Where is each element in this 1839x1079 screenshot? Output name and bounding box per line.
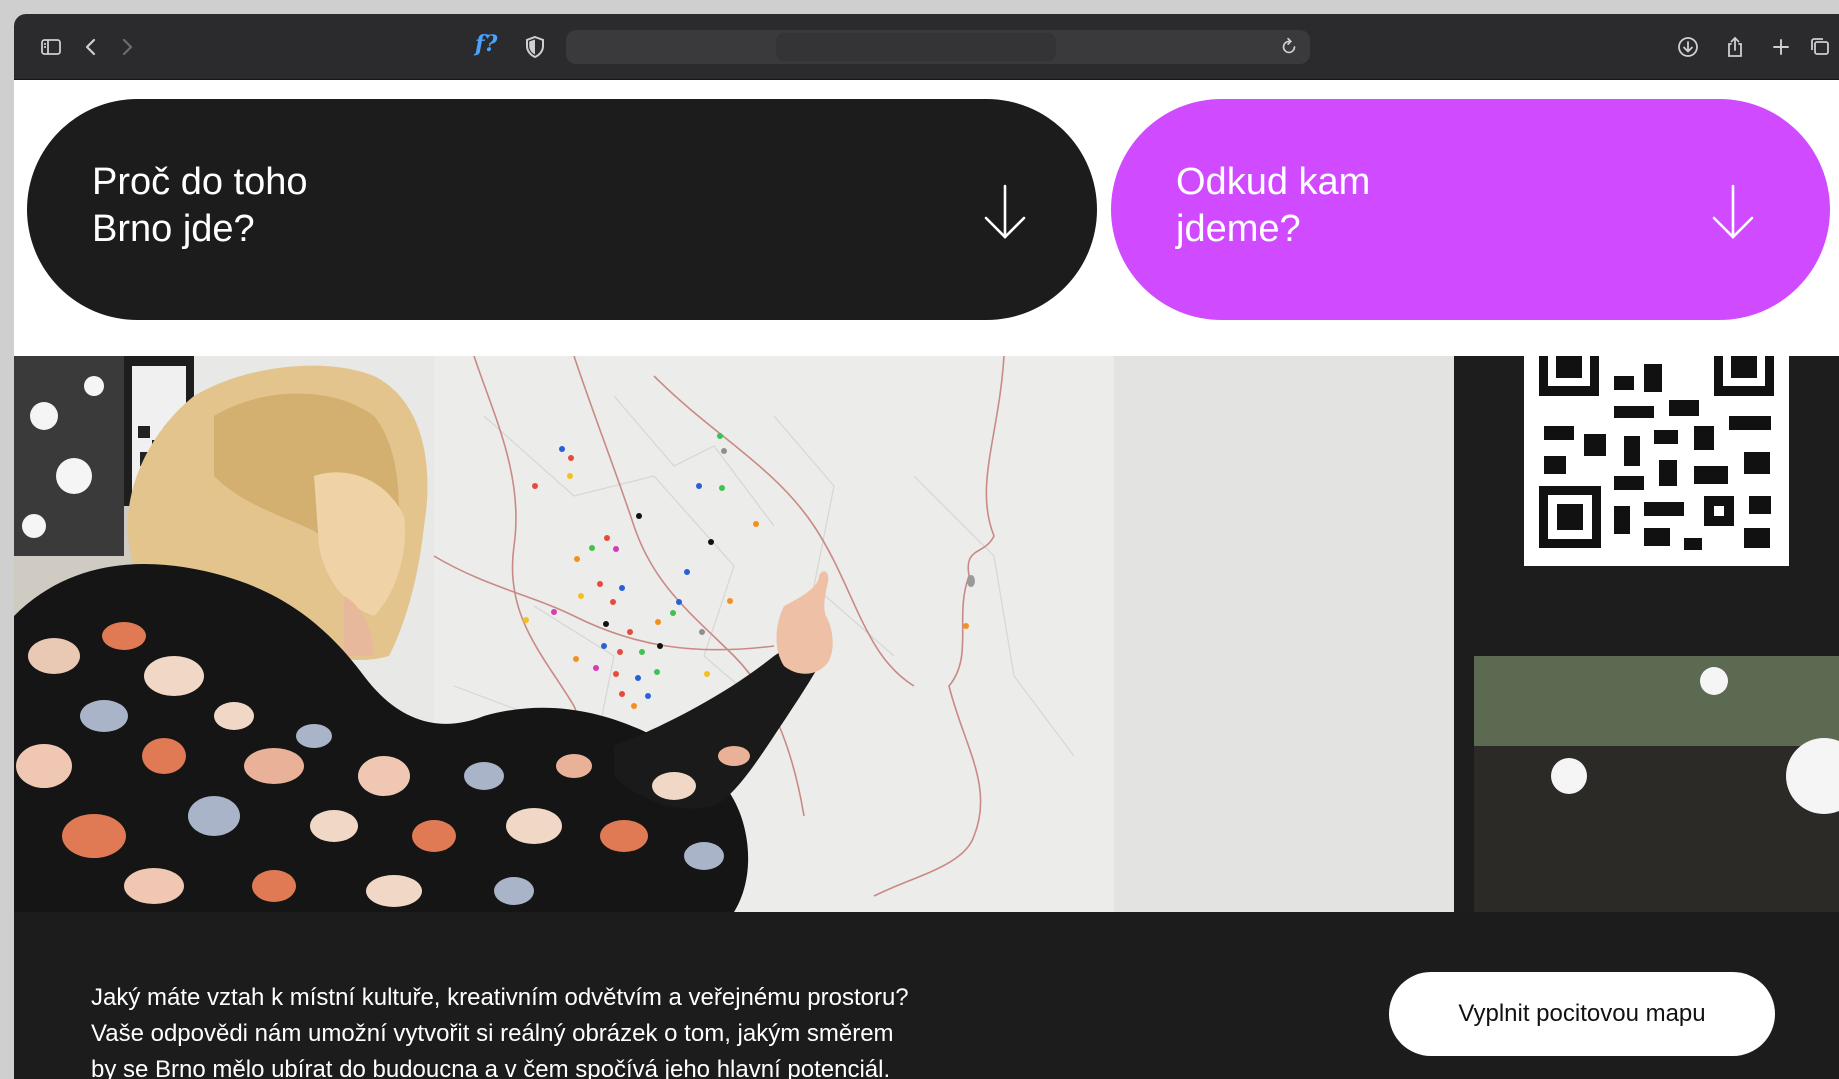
downloads-icon[interactable] <box>1675 34 1701 60</box>
url-field[interactable] <box>776 33 1056 61</box>
where-we-go-title: Odkud kam jdeme? <box>1176 161 1371 250</box>
tab-overview-icon[interactable] <box>1807 34 1833 60</box>
back-icon[interactable] <box>78 34 104 60</box>
feeling-map-description: Jaký máte vztah k místní kultuře, kreati… <box>91 984 909 1079</box>
extension-icon[interactable]: f? <box>475 31 497 57</box>
share-icon[interactable] <box>1722 34 1748 60</box>
address-bar[interactable] <box>566 30 1310 64</box>
why-brno-title: Proč do toho Brno jde? <box>92 161 308 250</box>
reload-icon[interactable] <box>1278 35 1300 62</box>
feeling-map-band: Jaký máte vztah k místní kultuře, kreati… <box>14 912 1839 1079</box>
web-page: Proč do toho Brno jde? Odkud kam jdeme? <box>14 80 1839 1079</box>
arrow-down-icon <box>981 182 1029 242</box>
arrow-down-icon <box>1709 182 1757 242</box>
browser-window: f? Proč do toho Brno jde? Odkud kam jdem… <box>14 14 1839 1079</box>
forward-icon[interactable] <box>114 34 140 60</box>
browser-toolbar: f? <box>14 14 1839 80</box>
why-brno-card[interactable]: Proč do toho Brno jde? <box>27 99 1097 320</box>
sidebar-toggle-icon[interactable] <box>38 34 64 60</box>
hero-photo <box>14 356 1839 912</box>
new-tab-icon[interactable] <box>1768 34 1794 60</box>
where-we-go-card[interactable]: Odkud kam jdeme? <box>1111 99 1830 320</box>
woman-pointing-at-map-image <box>14 356 1839 912</box>
privacy-shield-icon[interactable] <box>522 34 548 60</box>
fill-feeling-map-button[interactable]: Vyplnit pocitovou mapu <box>1389 972 1775 1056</box>
